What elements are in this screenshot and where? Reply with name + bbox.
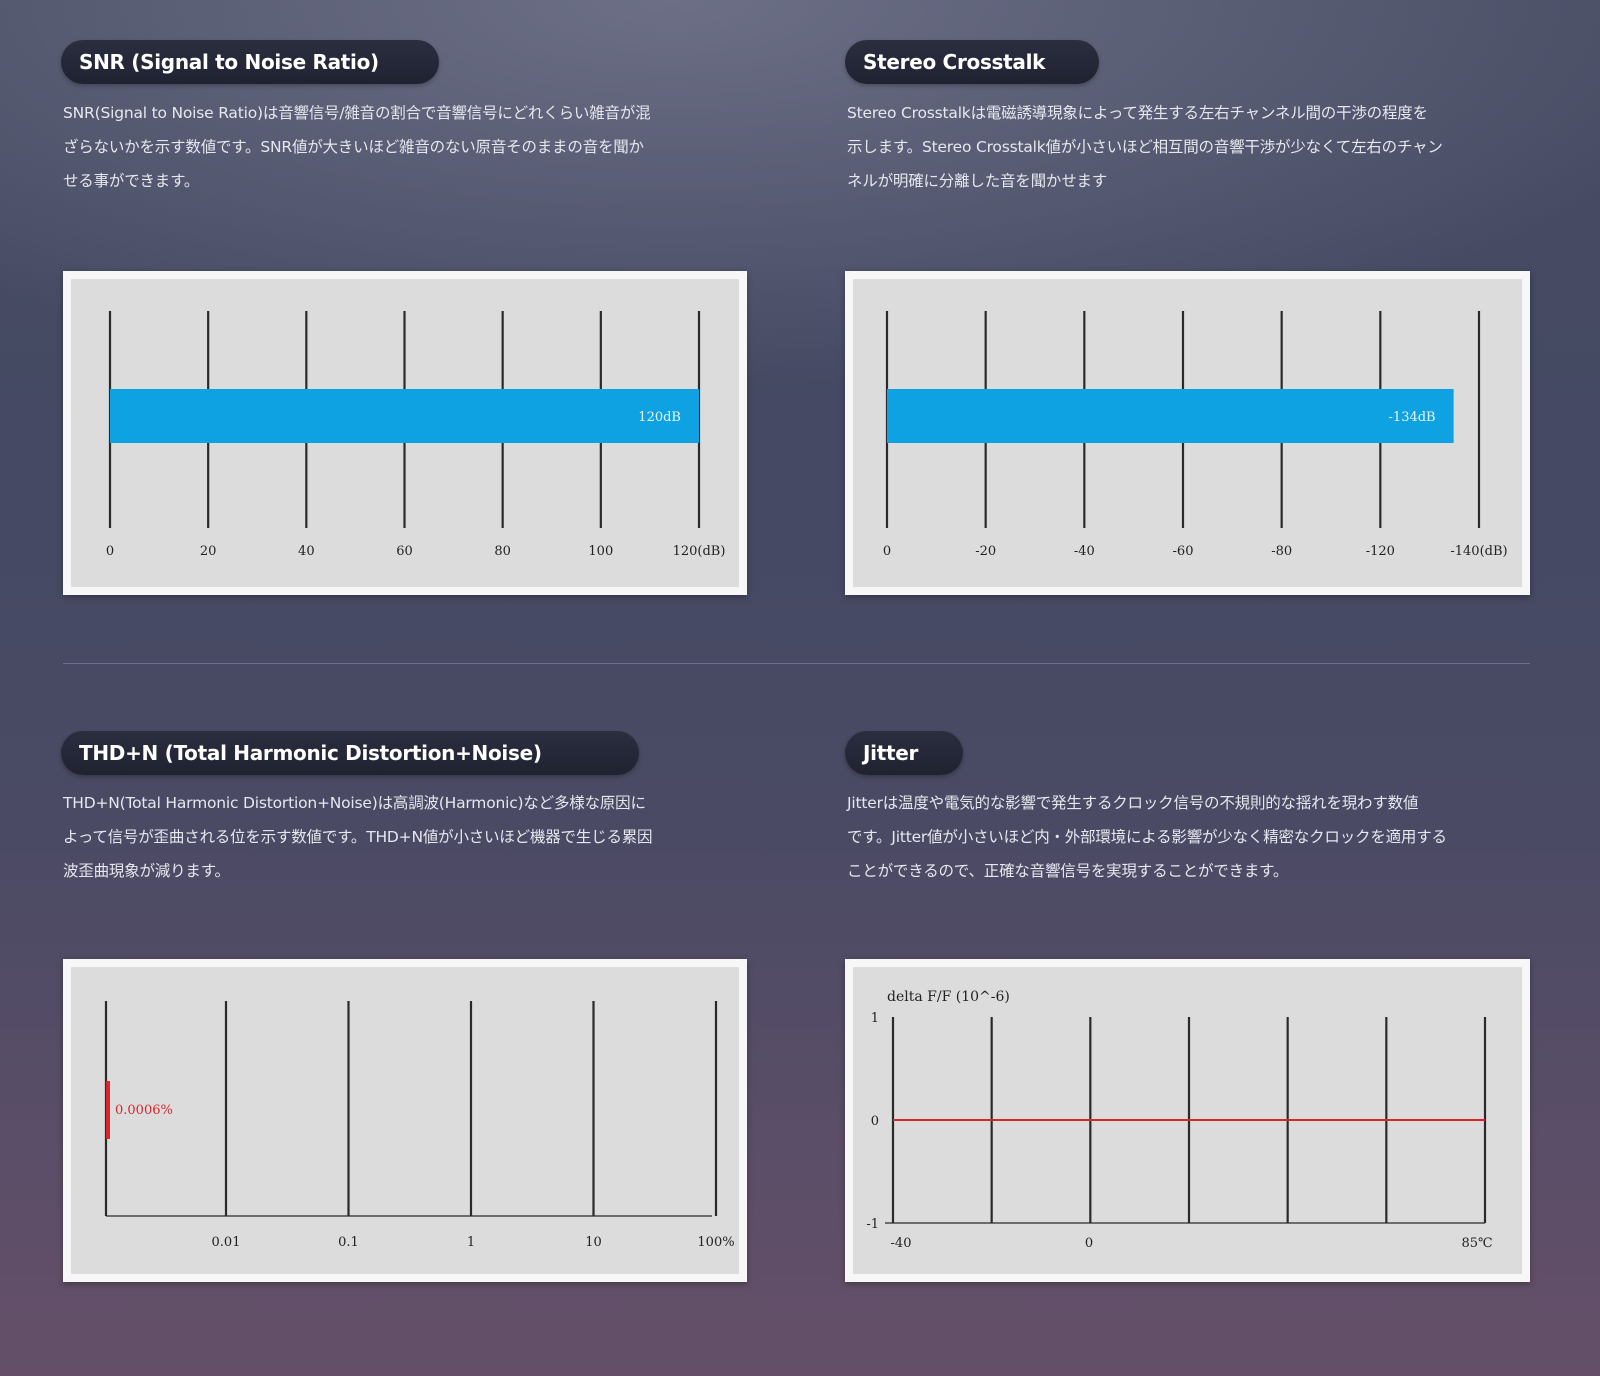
x-tick-label: 85℃ <box>1461 1236 1492 1251</box>
y-axis-title: delta F/F (10^-6) <box>887 989 1010 1005</box>
thdn-description: THD+N(Total Harmonic Distortion+Noise)は高… <box>63 786 763 888</box>
tick-label: 60 <box>396 544 413 559</box>
tick-label: 0 <box>106 544 114 559</box>
tick-label: 10 <box>585 1235 602 1250</box>
snr-description: SNR(Signal to Noise Ratio)は音響信号/雑音の割合で音響… <box>63 96 763 198</box>
section-divider <box>63 663 1530 664</box>
jitter-description: Jitterは温度や電気的な影響で発生するクロック信号の不規則的な揺れを現わす数… <box>847 786 1547 888</box>
jitter-desc-line-1: Jitterは温度や電気的な影響で発生するクロック信号の不規則的な揺れを現わす数… <box>847 794 1419 812</box>
y-tick-label: 0 <box>871 1114 879 1129</box>
tick-label: -20 <box>975 544 996 559</box>
x-tick-label: 0 <box>1085 1236 1093 1251</box>
thdn-desc-line-2: よって信号が歪曲される位を示す数値です。THD+N値が小さいほど機器で生じる累因 <box>63 828 653 846</box>
crosstalk-title: Stereo Crosstalk <box>863 50 1046 74</box>
snr-desc-line-2: ざらないかを示す数値です。SNR値が大きいほど雑音のない原音そのままの音を聞か <box>63 138 644 156</box>
snr-title-pill: SNR (Signal to Noise Ratio) <box>61 40 439 84</box>
jitter-desc-line-2: です。Jitter値が小さいほど内・外部環境による影響が少なく精密なクロックを適… <box>847 828 1447 846</box>
snr-desc-line-1: SNR(Signal to Noise Ratio)は音響信号/雑音の割合で音響… <box>63 104 651 122</box>
tick-label: 1 <box>467 1235 475 1250</box>
thdn-desc-line-3: 波歪曲現象が減ります。 <box>63 862 230 880</box>
crosstalk-title-pill: Stereo Crosstalk <box>845 40 1099 84</box>
tick-label: 0.01 <box>212 1235 241 1250</box>
jitter-title: Jitter <box>863 741 919 765</box>
tick-label: 80 <box>494 544 511 559</box>
y-tick-label: -1 <box>866 1217 879 1232</box>
crosstalk-description: Stereo Crosstalkは電磁誘導現象によって発生する左右チャンネル間の… <box>847 96 1547 198</box>
tick-label: 120(dB) <box>673 544 726 559</box>
value-label: -134dB <box>1389 410 1436 425</box>
tick-label: -140(dB) <box>1450 544 1507 559</box>
crosstalk-desc-line-1: Stereo Crosstalkは電磁誘導現象によって発生する左右チャンネル間の… <box>847 104 1428 122</box>
snr-chart-panel: 0 20 40 60 80 100 120(dB) 120dB <box>63 271 747 595</box>
thdn-title-pill: THD+N (Total Harmonic Distortion+Noise) <box>61 731 639 775</box>
crosstalk-desc-line-3: ネルが明確に分離した音を聞かせます <box>847 172 1108 190</box>
jitter-chart: delta F/F (10^-6) 1 0 -1 -40 0 85℃ <box>866 989 1492 1251</box>
value-bar <box>110 389 699 443</box>
value-label: 120dB <box>638 410 681 425</box>
tick-label: 40 <box>298 544 315 559</box>
tick-label: -120 <box>1366 544 1395 559</box>
snr-chart: 0 20 40 60 80 100 120(dB) 120dB <box>106 311 726 559</box>
thdn-chart: 0.01 0.1 1 10 100% 0.0006% <box>104 1001 735 1250</box>
tick-label: -80 <box>1271 544 1292 559</box>
crosstalk-desc-line-2: 示します。Stereo Crosstalk値が小さいほど相互間の音響干渉が少なく… <box>847 138 1443 156</box>
thdn-chart-panel: 0.01 0.1 1 10 100% 0.0006% <box>63 959 747 1282</box>
tick-label: 20 <box>200 544 217 559</box>
tick-label: 0 <box>883 544 891 559</box>
tick-label: 100% <box>697 1235 734 1250</box>
value-bar <box>887 389 1454 443</box>
jitter-desc-line-3: ことができるので、正確な音響信号を実現することができます。 <box>847 862 1289 880</box>
snr-title: SNR (Signal to Noise Ratio) <box>79 50 379 74</box>
tick-label: 0.1 <box>338 1235 359 1250</box>
x-tick-label: -40 <box>891 1236 912 1251</box>
snr-desc-line-3: せる事ができます。 <box>63 172 200 190</box>
tick-label: -40 <box>1074 544 1095 559</box>
tick-label: -60 <box>1173 544 1194 559</box>
crosstalk-chart: 0 -20 -40 -60 -80 -120 -140(dB) -134dB <box>883 311 1508 559</box>
y-tick-label: 1 <box>871 1011 879 1026</box>
thdn-title: THD+N (Total Harmonic Distortion+Noise) <box>79 741 542 765</box>
thdn-desc-line-1: THD+N(Total Harmonic Distortion+Noise)は高… <box>63 794 646 812</box>
crosstalk-chart-panel: 0 -20 -40 -60 -80 -120 -140(dB) -134dB <box>845 271 1530 595</box>
jitter-title-pill: Jitter <box>845 731 963 775</box>
value-label: 0.0006% <box>115 1103 173 1118</box>
jitter-chart-panel: delta F/F (10^-6) 1 0 -1 -40 0 85℃ <box>845 959 1530 1282</box>
value-bar <box>106 1081 110 1139</box>
tick-label: 100 <box>588 544 613 559</box>
